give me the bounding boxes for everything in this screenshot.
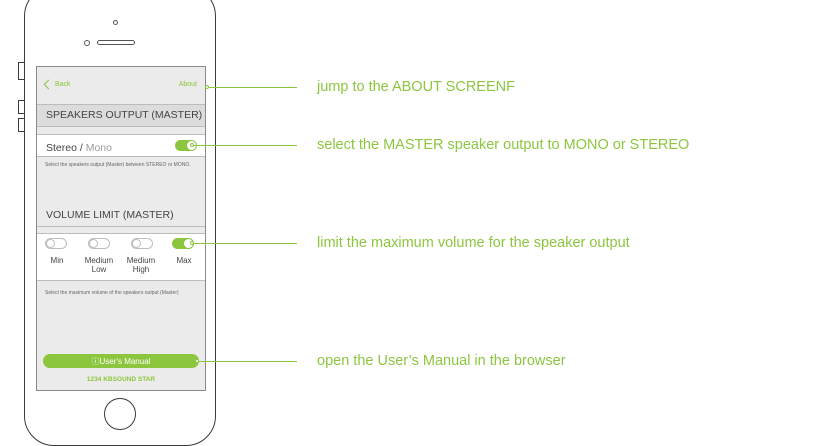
callout-line-stereo xyxy=(194,145,297,146)
divider xyxy=(37,104,205,105)
volume-medium-low-toggle[interactable] xyxy=(88,238,110,249)
device-name: 1234 KBSOUND STAR xyxy=(86,376,156,383)
callout-line-about xyxy=(209,87,297,88)
divider xyxy=(37,233,205,234)
users-manual-label: User's Manual xyxy=(99,356,151,366)
mono-option-label: Mono xyxy=(85,142,112,154)
volume-medium-high-label: Medium High xyxy=(126,256,156,274)
annotation-volume-limit: limit the maximum volume for the speaker… xyxy=(317,235,630,251)
annotation-users-manual: open the User’s Manual in the browser xyxy=(317,353,566,369)
volume-min-label: Min xyxy=(50,256,64,265)
annotation-speaker-output: select the MASTER speaker output to MONO… xyxy=(317,137,690,153)
divider xyxy=(37,134,205,135)
volume-max-label: Max xyxy=(176,256,192,265)
users-manual-button[interactable]: ⓘ User's Manual xyxy=(43,354,199,368)
stereo-mono-label: Stereo / Mono xyxy=(46,142,112,154)
back-button[interactable]: Back xyxy=(43,79,71,90)
annotation-about: jump to the ABOUT SCREENF xyxy=(317,79,515,95)
volume-min-toggle[interactable] xyxy=(45,238,67,249)
home-button[interactable] xyxy=(104,398,136,430)
stereo-option-label: Stereo xyxy=(46,142,77,154)
chevron-left-icon xyxy=(43,79,54,90)
speakers-output-description: Select the speakers output (Master) betw… xyxy=(45,162,191,168)
info-circle-icon: ⓘ xyxy=(91,356,100,366)
speakers-output-heading: SPEAKERS OUTPUT (MASTER) xyxy=(37,104,205,126)
back-label: Back xyxy=(55,81,71,88)
callout-line-volume xyxy=(194,243,297,244)
divider xyxy=(37,226,205,227)
divider xyxy=(37,156,205,157)
volume-medium-high-toggle[interactable] xyxy=(131,238,153,249)
app-screen: Back About SPEAKERS OUTPUT (MASTER) Ster… xyxy=(36,66,206,391)
earpiece-speaker-icon xyxy=(97,40,135,45)
option-separator: / xyxy=(76,142,86,154)
divider xyxy=(37,280,205,281)
front-sensor-icon xyxy=(84,40,90,46)
about-link[interactable]: About xyxy=(179,81,197,88)
volume-medium-low-label: Medium Low xyxy=(84,256,114,274)
divider xyxy=(37,126,205,127)
camera-icon xyxy=(113,20,118,25)
volume-limit-heading: VOLUME LIMIT (MASTER) xyxy=(37,204,205,226)
callout-line-manual xyxy=(199,361,297,362)
volume-limit-description: Select the maximum volume of the speaker… xyxy=(45,290,179,296)
